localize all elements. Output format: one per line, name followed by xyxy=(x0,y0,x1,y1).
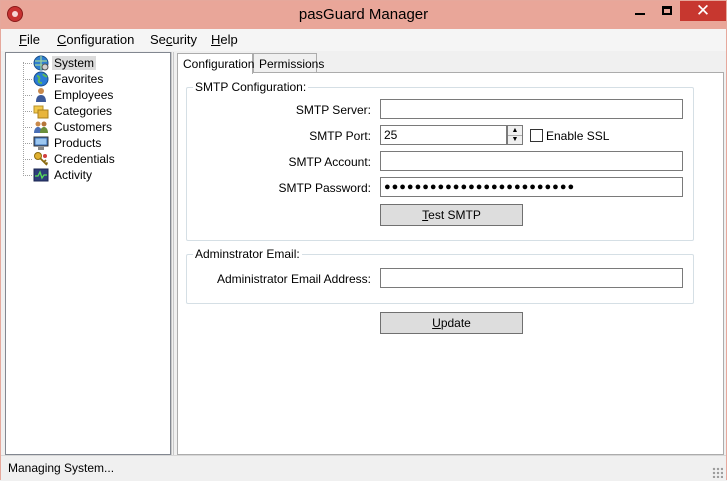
tree-item-label: Activity xyxy=(54,168,93,182)
configuration-page: SMTP Configuration: SMTP Server: SMTP Po… xyxy=(177,72,724,455)
status-bar: Managing System... xyxy=(1,455,726,481)
enable-ssl-label[interactable]: Enable SSL xyxy=(546,129,609,143)
tree-item-label: Favorites xyxy=(54,72,104,86)
smtp-account-label: SMTP Account: xyxy=(288,155,371,169)
menu-security[interactable]: Security xyxy=(150,32,197,47)
close-icon: ✕ xyxy=(695,1,711,20)
tree-item-label: Categories xyxy=(54,104,113,118)
tab-configuration[interactable]: Configuration xyxy=(177,53,254,74)
smtp-port-input[interactable] xyxy=(380,125,507,145)
panel-splitter[interactable] xyxy=(171,52,175,455)
smtp-port-spinner[interactable]: ▲ ▼ xyxy=(507,125,523,145)
tree-item-label: Credentials xyxy=(54,152,115,166)
tab-permissions[interactable]: Permissions xyxy=(253,53,324,73)
title-bar[interactable]: pasGuard Manager ✕ xyxy=(1,1,726,29)
smtp-port-label: SMTP Port: xyxy=(309,129,371,143)
person-icon xyxy=(36,88,46,102)
key-icon xyxy=(34,152,49,166)
status-text: Managing System... xyxy=(8,461,115,475)
minimize-button[interactable] xyxy=(626,1,654,21)
tree-item-label: Customers xyxy=(54,120,113,134)
window-title: pasGuard Manager xyxy=(298,6,429,23)
maximize-button[interactable] xyxy=(654,1,680,21)
test-smtp-button[interactable]: Test SMTP xyxy=(380,204,523,226)
menu-configuration[interactable]: Configuration xyxy=(57,32,134,47)
menu-bar: File Configuration Security Help xyxy=(1,29,726,51)
enable-ssl-checkbox[interactable] xyxy=(530,129,543,142)
admin-email-input[interactable] xyxy=(380,268,683,288)
admin-email-label: Administrator Email Address: xyxy=(216,272,371,286)
smtp-server-input[interactable] xyxy=(380,99,683,119)
menu-file[interactable]: File xyxy=(19,32,40,47)
menu-help[interactable]: Help xyxy=(211,32,238,47)
folders-icon xyxy=(33,105,49,119)
tree-item-label: Employees xyxy=(54,88,114,102)
smtp-password-label: SMTP Password: xyxy=(278,181,371,195)
app-window: pasGuard Manager ✕ File Configuration Se… xyxy=(0,0,727,481)
computer-icon xyxy=(33,136,49,150)
people-icon xyxy=(34,121,48,133)
smtp-password-input[interactable]: ●●●●●●●●●●●●●●●●●●●●●●●●● xyxy=(380,177,683,197)
globe-gear-icon xyxy=(33,55,49,71)
smtp-server-label: SMTP Server: xyxy=(295,103,371,117)
smtp-account-input[interactable] xyxy=(380,151,683,171)
tree-item-label: System xyxy=(52,56,97,70)
navigation-tree[interactable]: System Favorites Employees Categories Cu… xyxy=(5,52,171,455)
close-button[interactable]: ✕ xyxy=(680,1,726,21)
globe-icon xyxy=(33,71,49,87)
update-button[interactable]: Update xyxy=(380,312,523,334)
resize-grip-icon[interactable] xyxy=(712,467,723,478)
activity-monitor-icon xyxy=(33,168,49,182)
tree-item-label: Products xyxy=(54,136,102,150)
group-title: Adminstrator Email: xyxy=(193,247,302,261)
group-title: SMTP Configuration: xyxy=(193,80,309,94)
spin-down-icon[interactable]: ▼ xyxy=(508,135,522,144)
